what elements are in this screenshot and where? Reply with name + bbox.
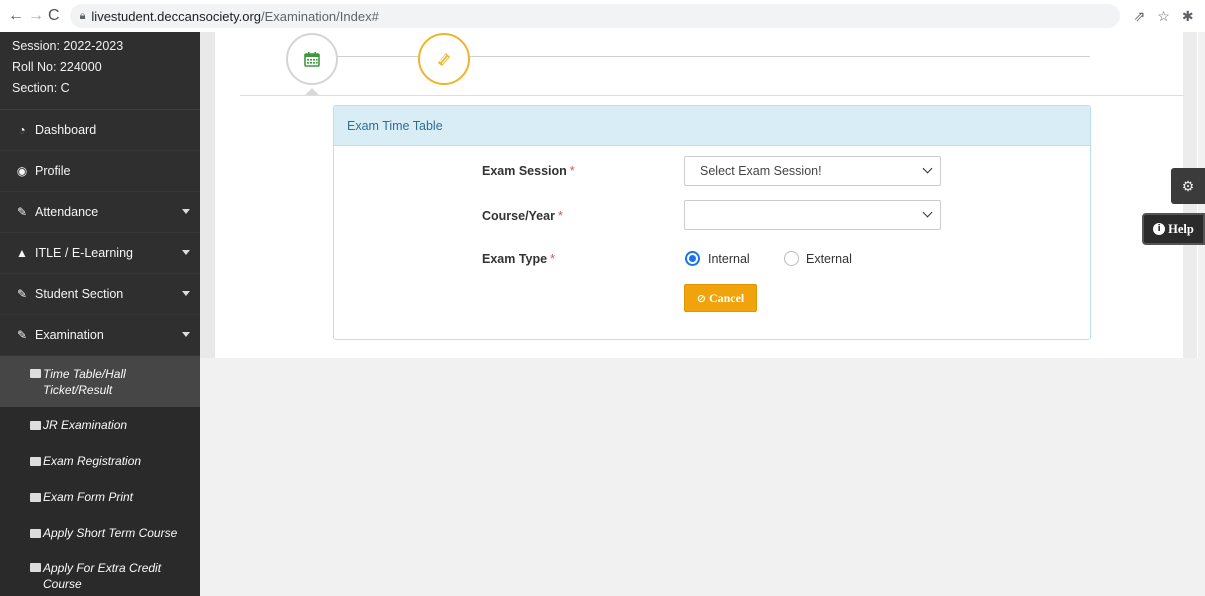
sidebar-subitem-label: Exam Form Print (43, 490, 134, 504)
book-icon (30, 369, 41, 378)
cancel-button-label: Cancel (708, 290, 745, 305)
info-icon: i (1153, 223, 1166, 235)
course-year-select[interactable] (684, 200, 941, 230)
gear-icon: ⚙ (1181, 177, 1195, 194)
tachometer-icon: ◔ (18, 123, 26, 137)
lock-icon: 🔒︎ (79, 9, 86, 22)
book-icon (30, 457, 41, 466)
sidebar-subitem-exam-form-print[interactable]: Exam Form Print (0, 479, 200, 515)
student-info: Session: 2022-2023 Roll No: 224000 Secti… (0, 32, 200, 110)
exam-session-label-text: Exam Session (482, 164, 567, 178)
exam-session-select[interactable]: Select Exam Session! (684, 156, 941, 186)
chevron-down-icon (922, 163, 933, 174)
section-text: Section: C (12, 81, 70, 95)
sidebar-subitem-timetable[interactable]: Time Table/Hall Ticket/Result (0, 356, 200, 407)
graduation-cap-icon: ▲ (16, 246, 28, 260)
sidebar-item-label: ITLE / E-Learning (35, 246, 133, 260)
sidebar-item-label: Dashboard (35, 123, 97, 137)
book-icon (30, 563, 41, 572)
course-year-label-text: Course/Year (482, 209, 555, 223)
exam-type-label-text: Exam Type (482, 252, 548, 266)
exam-type-internal-label[interactable]: Internal (708, 252, 750, 266)
browser-toolbar: ← → C 🔒︎ livestudent.deccansociety.org/E… (0, 0, 1205, 32)
exam-type-external-radio[interactable] (784, 251, 799, 266)
sidebar-item-label: Attendance (35, 205, 99, 219)
content-gutter-left (200, 32, 214, 358)
step-calendar[interactable] (286, 33, 338, 85)
sidebar-item-profile[interactable]: ◉ Profile (0, 151, 200, 192)
caret-down-icon (182, 250, 190, 255)
sidebar-subitem-short-term-course[interactable]: Apply Short Term Course (0, 515, 200, 551)
sidebar-subitem-label: Apply For Extra Credit Course (43, 561, 162, 591)
sidebar-subitem-jr-examination[interactable]: JR Examination (0, 407, 200, 443)
exam-session-label: Exam Session * (482, 164, 575, 178)
caret-down-icon (182, 291, 190, 296)
sidebar-item-attendance[interactable]: ✎ Attendance (0, 192, 200, 233)
share-icon[interactable]: ⇗ (1134, 8, 1146, 25)
caret-down-icon (182, 332, 190, 337)
step-ticket[interactable] (418, 33, 470, 85)
settings-tab[interactable]: ⚙ (1171, 168, 1205, 204)
sidebar-item-student-section[interactable]: ✎ Student Section (0, 274, 200, 315)
sidebar-subitem-label: Apply Short Term Course (43, 526, 178, 540)
ticket-icon (438, 53, 450, 66)
pencil-icon: ✎ (16, 328, 28, 342)
calendar-icon (304, 52, 320, 67)
sidebar-item-examination[interactable]: ✎ Examination (0, 315, 200, 356)
required-mark: * (550, 252, 555, 266)
required-mark: * (569, 164, 575, 178)
sidebar: Session: 2022-2023 Roll No: 224000 Secti… (0, 32, 200, 596)
pencil-icon: ✎ (16, 205, 28, 219)
exam-type-label: Exam Type * (482, 252, 555, 266)
address-bar[interactable]: 🔒︎ livestudent.deccansociety.org/Examina… (69, 4, 1120, 28)
exam-type-internal-radio[interactable] (685, 251, 700, 266)
help-label: Help (1168, 221, 1194, 236)
book-icon (30, 493, 41, 502)
forward-button[interactable]: → (28, 5, 44, 27)
sidebar-item-dashboard[interactable]: ◔ Dashboard (0, 110, 200, 151)
roll-no-text: Roll No: 224000 (12, 60, 102, 74)
course-year-label: Course/Year * (482, 209, 563, 223)
reload-button[interactable]: C (48, 5, 60, 27)
user-circle-icon: ◉ (16, 164, 28, 178)
sidebar-subitem-exam-registration[interactable]: Exam Registration (0, 443, 200, 479)
caret-down-icon (182, 209, 190, 214)
bookmark-star-icon[interactable]: ☆ (1157, 8, 1170, 25)
sidebar-subitem-label: Exam Registration (43, 454, 142, 468)
url-path: /Examination/Index# (261, 8, 379, 24)
help-button[interactable]: i Help (1142, 213, 1205, 245)
stepper-divider (240, 95, 1184, 96)
sidebar-subitem-label: Time Table/Hall Ticket/Result (43, 367, 126, 397)
exam-session-value: Select Exam Session! (700, 164, 822, 178)
book-icon (30, 529, 41, 538)
url-host: livestudent.deccansociety.org (91, 8, 261, 24)
step-pointer (305, 88, 319, 95)
extensions-icon[interactable]: ✱ (1182, 8, 1194, 25)
cancel-button[interactable]: ⊘ Cancel (684, 284, 757, 312)
panel-title: Exam Time Table (334, 106, 1090, 146)
book-icon (30, 421, 41, 430)
browser-actions: ⇗ ☆ ✱ ▢ ● (1134, 8, 1205, 25)
sidebar-item-label: Student Section (35, 287, 124, 301)
session-text: Session: 2022-2023 (12, 39, 124, 53)
pencil-icon: ✎ (16, 287, 28, 301)
sidebar-item-itle-elearning[interactable]: ▲ ITLE / E-Learning (0, 233, 200, 274)
ban-icon: ⊘ (696, 291, 706, 305)
chevron-down-icon (922, 207, 933, 218)
back-button[interactable]: ← (8, 5, 24, 27)
sidebar-subitem-label: JR Examination (43, 418, 128, 432)
sidebar-item-label: Examination (35, 328, 104, 342)
required-mark: * (557, 209, 563, 223)
exam-type-external-label[interactable]: External (806, 252, 852, 266)
sidebar-item-label: Profile (35, 164, 71, 178)
sidebar-subitem-extra-credit-course[interactable]: Apply For Extra Credit Course (0, 551, 200, 596)
